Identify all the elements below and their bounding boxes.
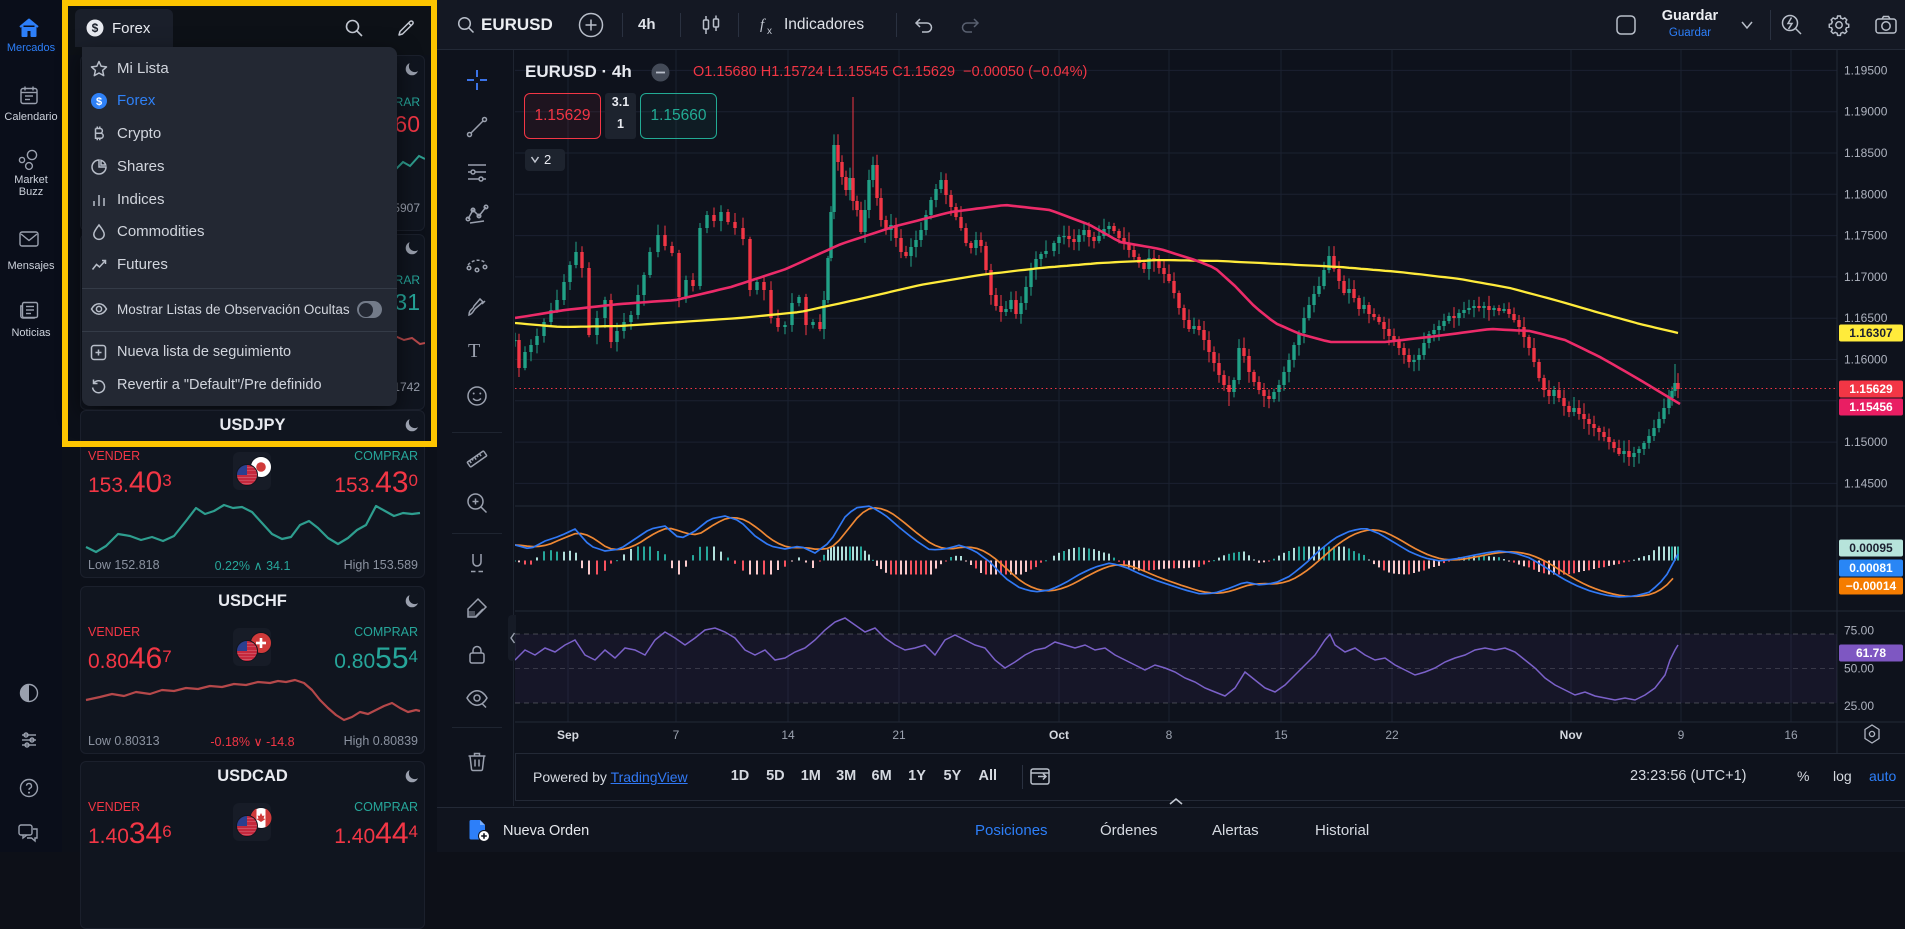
svg-text:0.00095: 0.00095 xyxy=(1849,541,1893,555)
svg-text:1.14500: 1.14500 xyxy=(1844,476,1888,490)
svg-text:16: 16 xyxy=(1784,728,1798,742)
svg-text:21: 21 xyxy=(892,728,906,742)
svg-text:8: 8 xyxy=(1166,728,1173,742)
svg-text:Nov: Nov xyxy=(1560,728,1583,742)
svg-text:x: x xyxy=(767,26,772,37)
svg-text:1.18000: 1.18000 xyxy=(1844,187,1888,201)
svg-text:1.18500: 1.18500 xyxy=(1844,146,1888,160)
svg-text:1.19000: 1.19000 xyxy=(1844,105,1888,119)
svg-text:1.15000: 1.15000 xyxy=(1844,435,1888,449)
svg-text:1.19500: 1.19500 xyxy=(1844,63,1888,77)
svg-text:14: 14 xyxy=(781,728,795,742)
svg-text:1.16000: 1.16000 xyxy=(1844,353,1888,367)
svg-text:1.17500: 1.17500 xyxy=(1844,229,1888,243)
svg-text:50.00: 50.00 xyxy=(1844,662,1874,676)
svg-text:Oct: Oct xyxy=(1049,728,1069,742)
svg-text:Sep: Sep xyxy=(557,728,579,742)
svg-text:61.78: 61.78 xyxy=(1856,646,1886,660)
svg-text:7: 7 xyxy=(673,728,680,742)
svg-text:25.00: 25.00 xyxy=(1844,699,1874,713)
svg-text:1.16500: 1.16500 xyxy=(1844,311,1888,325)
svg-text:9: 9 xyxy=(1678,728,1685,742)
svg-text:1.15456: 1.15456 xyxy=(1849,400,1893,414)
svg-text:1.17000: 1.17000 xyxy=(1844,270,1888,284)
svg-text:22: 22 xyxy=(1385,728,1399,742)
svg-text:1.16307: 1.16307 xyxy=(1849,326,1893,340)
svg-text:75.00: 75.00 xyxy=(1844,624,1874,638)
svg-text:f: f xyxy=(760,17,766,33)
svg-text:15: 15 xyxy=(1274,728,1288,742)
svg-text:0.00081: 0.00081 xyxy=(1849,561,1893,575)
svg-text:−0.00014: −0.00014 xyxy=(1846,579,1897,593)
svg-text:1.15629: 1.15629 xyxy=(1849,382,1893,396)
